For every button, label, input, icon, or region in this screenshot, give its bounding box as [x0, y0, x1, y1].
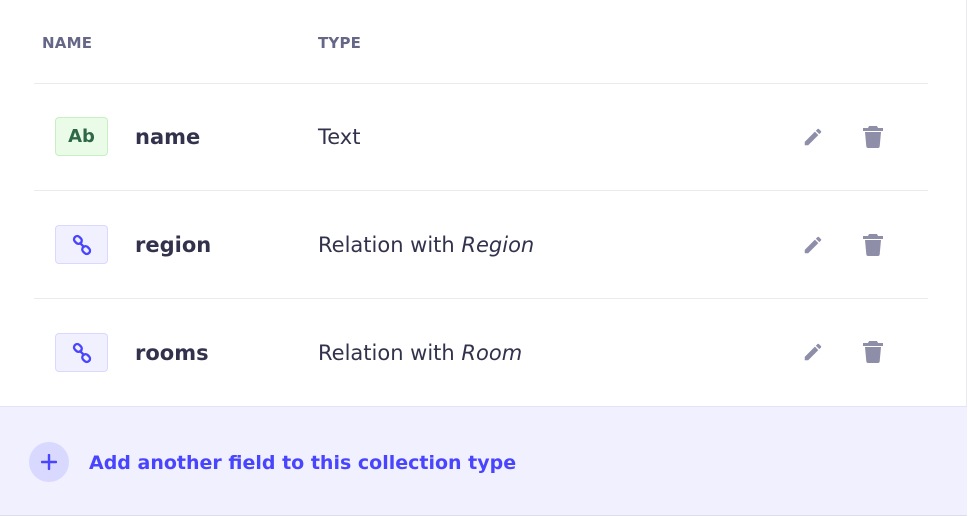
field-name: rooms: [135, 341, 209, 365]
fields-table-header: NAME TYPE: [0, 0, 967, 84]
add-field-footer: Add another field to this collection typ…: [0, 406, 967, 515]
trash-icon: [863, 234, 883, 256]
trash-icon: [863, 341, 883, 363]
collection-fields-panel: NAME TYPE Ab name Text region Relation w…: [0, 0, 967, 516]
pencil-icon: [804, 236, 822, 254]
relation-type-icon: [55, 333, 108, 372]
delete-button[interactable]: [859, 231, 887, 259]
edit-button[interactable]: [799, 123, 827, 151]
field-type-prefix: Relation with: [318, 233, 462, 257]
field-type-prefix: Text: [318, 125, 361, 149]
field-name: region: [135, 233, 212, 257]
link-icon: [72, 234, 91, 255]
relation-target: Region: [461, 233, 535, 257]
column-header-name: NAME: [42, 34, 93, 52]
field-type: Relation with Room: [318, 341, 522, 365]
relation-target: Room: [461, 341, 523, 365]
column-header-type: TYPE: [318, 34, 362, 52]
link-icon: [72, 342, 91, 363]
edit-button[interactable]: [799, 338, 827, 366]
text-type-badge-label: Ab: [68, 126, 95, 147]
edit-button[interactable]: [799, 231, 827, 259]
table-row-rooms: rooms Relation with Room: [34, 299, 928, 406]
field-type: Text: [318, 125, 360, 149]
table-row-region: region Relation with Region: [34, 191, 928, 298]
table-row-name: Ab name Text: [34, 84, 928, 191]
pencil-icon: [804, 128, 822, 146]
field-type: Relation with Region: [318, 233, 534, 257]
field-type-prefix: Relation with: [318, 341, 462, 365]
add-field-link[interactable]: Add another field to this collection typ…: [89, 452, 516, 474]
delete-button[interactable]: [859, 338, 887, 366]
add-field-button[interactable]: [29, 442, 69, 482]
delete-button[interactable]: [859, 123, 887, 151]
plus-icon: [41, 454, 57, 470]
relation-type-icon: [55, 225, 108, 264]
trash-icon: [863, 126, 883, 148]
field-name: name: [135, 125, 201, 149]
pencil-icon: [804, 343, 822, 361]
text-type-icon: Ab: [55, 117, 108, 156]
